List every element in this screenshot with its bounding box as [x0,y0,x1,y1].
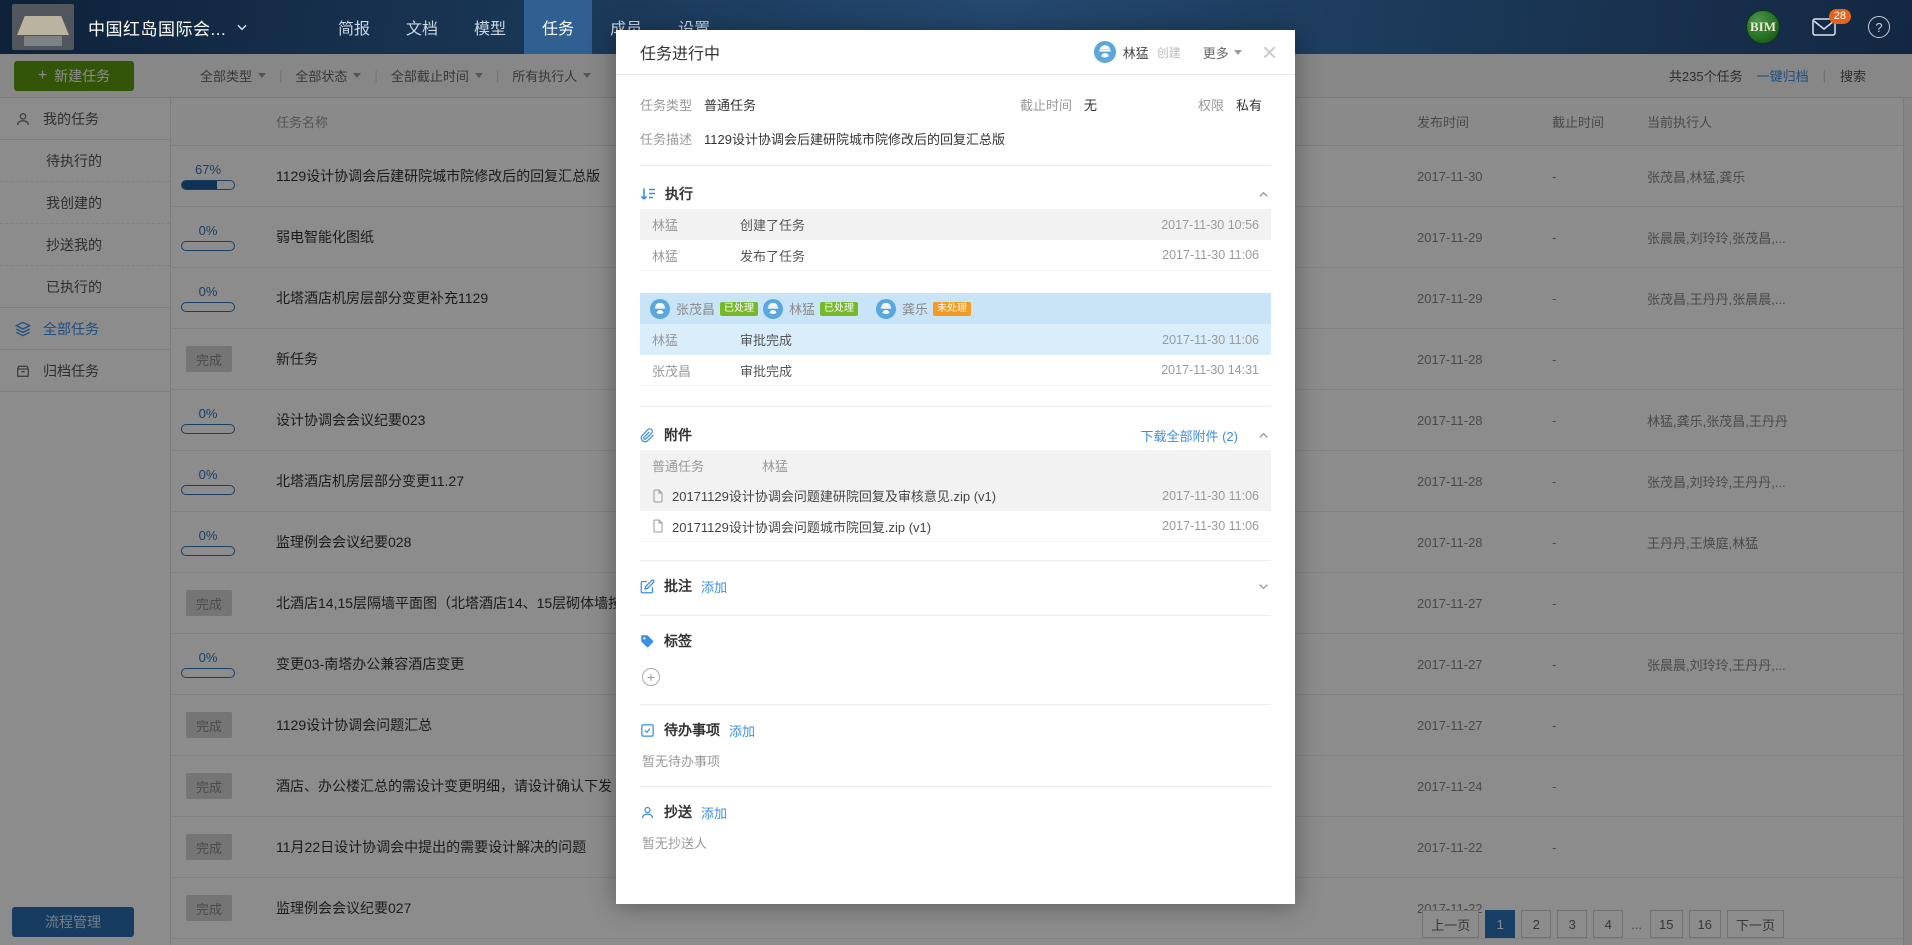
unread-count-badge: 28 [1829,9,1851,24]
approval-row: 张茂昌 审批完成 2017-11-30 14:31 [640,355,1271,386]
attachment-file-row[interactable]: 20171129设计协调会问题建研院回复及审核意见.zip (v1) 2017-… [640,480,1271,511]
todos-empty-note: 暂无待办事项 [642,751,1271,770]
cc-section: 抄送 添加 暂无抄送人 [640,787,1271,868]
tags-section-title: 标签 [664,631,692,651]
creator-name: 林猛 [1123,43,1149,62]
help-button[interactable]: ? [1868,16,1890,38]
checkbox-icon [640,723,655,738]
collapse-chevron-up-icon[interactable] [1256,187,1271,202]
approval-row: 林猛 审批完成 2017-11-30 11:06 [640,324,1271,355]
permission-value: 私有 [1236,95,1262,114]
attachment-meta-row: 普通任务 林猛 [640,450,1271,480]
todos-section: 待办事项 添加 暂无待办事项 [640,705,1271,787]
tags-section: 标签 + [640,616,1271,705]
more-button[interactable]: 更多 [1203,43,1242,62]
attachment-time: 2017-11-30 11:06 [1162,519,1259,533]
nav-tab-documents[interactable]: 文档 [388,0,456,54]
project-title[interactable]: 中国红岛国际会... [88,15,226,40]
comments-section-title: 批注 [664,576,692,596]
app-root: 中国红岛国际会... 简报 文档 模型 任务 成员 设置 BIM 28 ? + [0,0,1912,945]
attachment-file-name: 20171129设计协调会问题城市院回复.zip (v1) [672,517,1162,536]
chevron-down-icon [1234,50,1242,55]
attachment-time: 2017-11-30 11:06 [1162,489,1259,503]
status-badge: 已处理 [720,302,758,316]
attachments-section-title: 附件 [664,425,692,445]
person-outline-icon [640,805,655,820]
task-desc-label: 任务描述 [640,129,692,148]
execution-event-row: 林猛 发布了任务 2017-11-30 11:06 [640,240,1271,271]
creator-avatar [1094,41,1116,63]
execution-section-title: 执行 [665,184,693,204]
add-todo-link[interactable]: 添加 [729,721,755,740]
execution-event-row: 林猛 创建了任务 2017-11-30 10:56 [640,209,1271,240]
download-all-link[interactable]: 下载全部附件 (2) [1140,426,1238,445]
paperclip-icon [640,428,655,443]
add-comment-link[interactable]: 添加 [701,577,727,596]
collapse-chevron-up-icon[interactable] [1256,428,1271,443]
comments-section: 批注 添加 [640,561,1271,616]
task-type-label: 任务类型 [640,95,692,114]
sort-list-icon [640,186,656,202]
cc-empty-note: 暂无抄送人 [642,833,1271,852]
attachment-file-row[interactable]: 20171129设计协调会问题城市院回复.zip (v1) 2017-11-30… [640,511,1271,542]
topbar-right: BIM 28 ? [1746,10,1890,44]
user-avatar[interactable]: BIM [1746,10,1780,44]
file-icon [652,519,664,533]
attachments-section: 附件 下载全部附件 (2) 普通任务 林猛 20 [640,420,1271,561]
nav-tab-tasks[interactable]: 任务 [524,0,592,54]
modal-header: 任务进行中 林猛 创建 更多 × [616,30,1295,75]
project-switcher-chevron-icon[interactable] [235,20,249,34]
cc-section-title: 抄送 [664,802,692,822]
messages-button[interactable]: 28 [1812,18,1836,36]
assignee-avatar [763,299,783,319]
assignee: 张茂昌 已处理 [650,299,763,319]
expand-chevron-down-icon[interactable] [1256,579,1271,594]
deadline-label: 截止时间 [1020,95,1072,114]
add-cc-link[interactable]: 添加 [701,803,727,822]
permission-label: 权限 [1198,95,1224,114]
task-detail-modal: 任务进行中 林猛 创建 更多 × 任务类型 普通任务 [616,30,1295,904]
task-type-value: 普通任务 [704,95,756,114]
annotate-icon [640,579,655,594]
status-badge: 未处理 [933,302,971,316]
assignee-avatar [876,299,896,319]
creator-role: 创建 [1157,44,1181,61]
tag-icon [640,634,655,649]
nav-tab-briefing[interactable]: 简报 [320,0,388,54]
assignee: 林猛 已处理 [763,299,876,319]
project-logo [12,4,74,50]
deadline-value: 无 [1084,95,1097,114]
task-desc-value: 1129设计协调会后建研院城市院修改后的回复汇总版 [704,129,1005,148]
status-badge: 已处理 [820,302,858,316]
modal-title: 任务进行中 [640,40,720,64]
assignee-avatar [650,299,670,319]
add-tag-button[interactable]: + [642,668,660,686]
execution-section: 执行 林猛 创建了任务 2017-11-30 10:56 林猛 发布了任务 20… [640,179,1271,407]
attachment-file-name: 20171129设计协调会问题建研院回复及审核意见.zip (v1) [672,486,1162,505]
nav-tab-models[interactable]: 模型 [456,0,524,54]
assignee: 龚乐 未处理 [876,299,989,319]
file-icon [652,489,664,503]
assignees-row: 张茂昌 已处理 林猛 已处理 龚乐 [640,293,1271,324]
modal-body: 任务类型 普通任务 截止时间 无 权限 私有 任务描述 1129设计协调会后建研… [616,95,1295,868]
todos-section-title: 待办事项 [664,720,720,740]
close-icon[interactable]: × [1262,42,1277,62]
